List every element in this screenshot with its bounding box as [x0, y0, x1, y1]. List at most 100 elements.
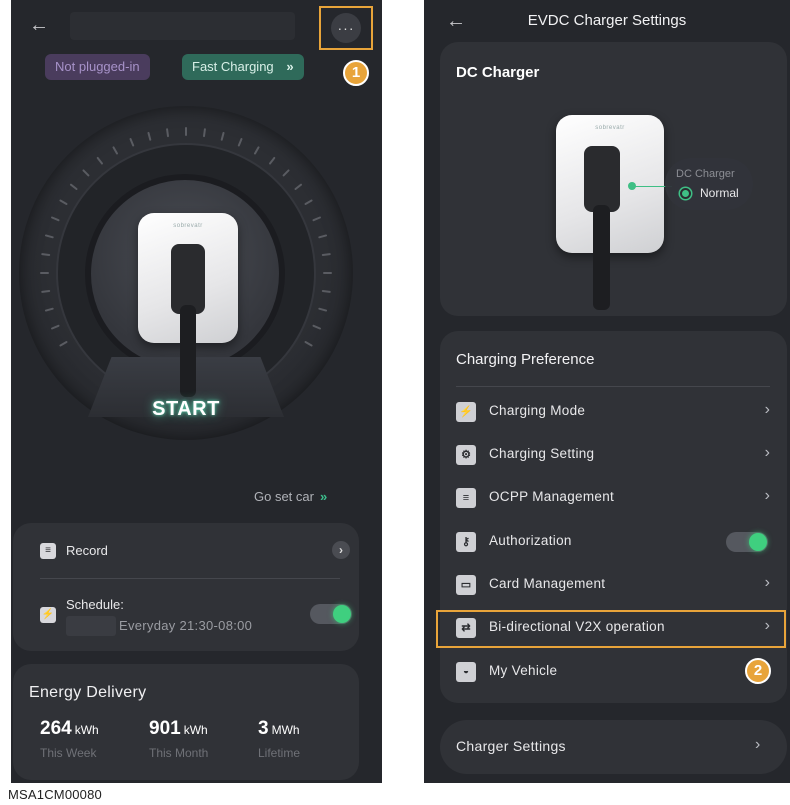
menu-charging-mode[interactable]: ⚡ Charging Mode ›: [456, 398, 776, 426]
double-chevron-icon: »: [286, 59, 294, 74]
dial-tick: [318, 234, 328, 239]
dial-tick: [269, 156, 276, 165]
dial-tick: [166, 128, 169, 138]
dial-tick: [318, 307, 328, 312]
stat-lifetime-label: Lifetime: [258, 746, 301, 760]
card-icon: ▭: [456, 575, 476, 595]
stat-week-label: This Week: [40, 746, 97, 760]
v2x-icon: ⇄: [456, 618, 476, 638]
charger-brand-text: sobrevatr: [173, 223, 203, 229]
dc-status-panel: [665, 158, 753, 210]
dial-tick: [321, 290, 331, 293]
start-button[interactable]: START: [146, 398, 226, 421]
schedule-toggle[interactable]: [310, 604, 352, 624]
dial-tick: [237, 138, 243, 147]
menu-label: OCPP Management: [489, 489, 615, 504]
dial-tick: [44, 307, 54, 312]
menu-authorization[interactable]: ⚷ Authorization: [456, 528, 776, 556]
chevron-right-icon: ›: [764, 401, 770, 418]
dial-tick: [129, 138, 135, 147]
figure-caption: MSA1CM00080: [8, 787, 102, 802]
dial-tick: [59, 341, 68, 347]
back-arrow-icon[interactable]: ←: [26, 12, 52, 38]
charging-setting-icon: ⚙: [456, 445, 476, 465]
record-icon: ≡: [40, 543, 56, 559]
dial-tick: [312, 216, 321, 222]
energy-title: Energy Delivery: [29, 684, 147, 701]
dial-tick: [51, 216, 60, 222]
callout-badge-2: 2: [745, 658, 771, 684]
dial-tick: [96, 156, 103, 165]
fast-charging-label: Fast Charging: [192, 59, 274, 74]
card-divider: [456, 386, 770, 387]
menu-label: My Vehicle: [489, 663, 558, 678]
menu-label: Authorization: [489, 533, 572, 548]
dial-tick: [41, 253, 51, 256]
key-icon: ⚷: [456, 532, 476, 552]
schedule-time: Everyday 21:30-08:00: [119, 618, 253, 633]
dc-status-value: Normal: [700, 186, 739, 200]
charger-name-redacted: [70, 12, 295, 40]
dial-tick: [220, 131, 225, 141]
dial-tick: [304, 341, 313, 347]
go-set-car-label: Go set car: [254, 489, 314, 504]
more-options-button[interactable]: ···: [319, 6, 373, 50]
status-connector-dot: [628, 182, 636, 190]
status-ok-dot-icon: [680, 188, 691, 199]
dial-tick: [254, 146, 260, 155]
dial-tick: [312, 324, 321, 330]
dial-tick: [59, 199, 68, 205]
dial-tick: [41, 290, 51, 293]
ocpp-icon: ≡: [456, 488, 476, 508]
stat-week-value: 264 kWh: [40, 718, 99, 739]
double-chevron-icon: »: [319, 489, 328, 504]
charging-mode-icon: ⚡: [456, 402, 476, 422]
dc-status-name: DC Charger: [676, 168, 735, 180]
dial-tick: [82, 169, 90, 177]
schedule-icon: ⚡: [40, 607, 56, 623]
menu-label: Charging Mode: [489, 403, 586, 418]
back-arrow-icon[interactable]: ←: [443, 8, 469, 34]
charging-cable: [180, 305, 196, 397]
dc-charger-title: DC Charger: [456, 64, 540, 81]
menu-label: Card Management: [489, 576, 606, 591]
charging-cable: [593, 205, 610, 310]
menu-label: Bi-directional V2X operation: [489, 619, 665, 634]
fast-charging-button[interactable]: Fast Charging »: [182, 54, 304, 80]
chevron-right-icon: ›: [755, 736, 761, 753]
menu-my-vehicle[interactable]: ◒ My Vehicle: [456, 658, 736, 686]
chevron-right-icon: ›: [764, 574, 770, 591]
toggle-knob: [333, 605, 351, 623]
charger-brand-text: sobrevatr: [595, 125, 625, 131]
page-title: EVDC Charger Settings: [527, 12, 687, 29]
plug-head: [584, 146, 620, 212]
stat-month-value: 901 kWh: [149, 718, 208, 739]
menu-charging-setting[interactable]: ⚙ Charging Setting ›: [456, 441, 776, 469]
menu-label: Charging Setting: [489, 446, 595, 461]
schedule-redacted: [66, 616, 116, 636]
plug-head: [171, 244, 205, 314]
chevron-right-icon: ›: [764, 444, 770, 461]
card-divider: [40, 578, 340, 579]
schedule-label: Schedule:: [66, 597, 124, 612]
menu-card-management[interactable]: ▭ Card Management ›: [456, 571, 776, 599]
authorization-toggle[interactable]: [726, 532, 768, 552]
menu-ocpp-management[interactable]: ≡ OCPP Management ›: [456, 484, 776, 512]
record-chevron-icon[interactable]: ›: [332, 541, 350, 559]
record-label[interactable]: Record: [66, 543, 108, 558]
charger-settings-label: Charger Settings: [456, 738, 566, 754]
chevron-right-icon: ›: [764, 487, 770, 504]
dial-tick: [294, 183, 303, 190]
more-dots-icon: ···: [331, 13, 361, 43]
menu-v2x-operation[interactable]: ⇄ Bi-directional V2X operation ›: [456, 614, 776, 642]
stat-lifetime-value: 3 MWh: [258, 718, 300, 739]
car-icon: ◒: [456, 662, 476, 682]
dial-tick: [69, 183, 78, 190]
dial-tick: [304, 199, 313, 205]
toggle-knob: [749, 533, 767, 551]
go-set-car-link[interactable]: Go set car »: [254, 489, 327, 504]
plug-status-badge: Not plugged-in: [45, 54, 150, 80]
dial-tick: [203, 128, 206, 138]
dial-tick: [321, 253, 331, 256]
dial-tick: [282, 169, 290, 177]
